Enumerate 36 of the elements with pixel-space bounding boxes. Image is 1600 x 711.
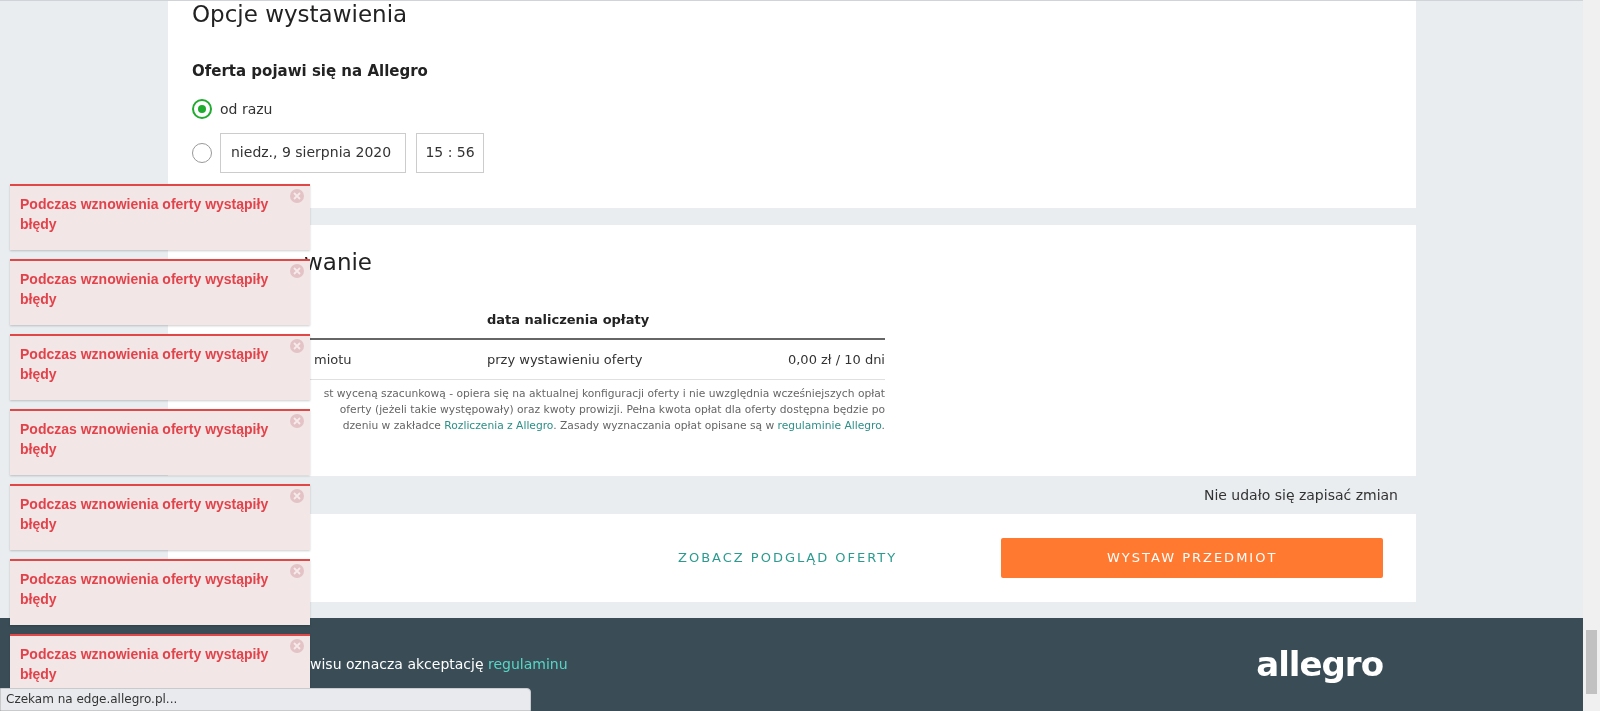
- close-icon[interactable]: [290, 264, 304, 278]
- preview-link[interactable]: ZOBACZ PODGLĄD OFERTY: [668, 548, 908, 568]
- link[interactable]: regulaminu: [488, 656, 568, 672]
- table-cell-text: 0,00 zł / 10 dni: [787, 350, 885, 369]
- toast-message: Podczas wznowienia oferty wystąpiły błędy: [20, 570, 270, 609]
- section-title: Opcje wystawienia: [192, 1, 409, 26]
- close-icon[interactable]: [290, 564, 304, 578]
- toast-message: Podczas wznowienia oferty wystąpiły błędy: [20, 495, 270, 534]
- time-field[interactable]: 15 : 56: [416, 132, 484, 173]
- logo: allegro: [1256, 643, 1383, 686]
- option-label: od razu: [220, 99, 273, 119]
- subtitle: Oferta pojawi się na Allegro: [192, 61, 429, 82]
- scrollbar-thumb[interactable]: [1586, 630, 1597, 694]
- table-cell: miotu: [314, 351, 352, 367]
- submit-button[interactable]: WYSTAW PRZEDMIOT: [1001, 538, 1384, 578]
- save-status-text: Nie udało się zapisać zmian: [1203, 485, 1398, 505]
- close-icon[interactable]: [290, 639, 304, 653]
- note-text: st wyceną szacunkową - opiera się na aktualnej konfiguracji oferty i nie uwzględnia wcześniejszych opłat: [322, 386, 885, 402]
- table-cell-text: przy wystawieniu oferty: [487, 350, 644, 369]
- toast-message: Podczas wznowienia oferty wystąpiły błędy: [20, 420, 270, 459]
- footer-text: wisu oznacza akceptację regulaminu: [310, 655, 568, 674]
- radio-button[interactable]: [192, 99, 212, 119]
- radio-button[interactable]: [192, 142, 212, 163]
- toast-message: Podczas wznowienia oferty wystąpiły błędy: [20, 270, 270, 309]
- close-icon[interactable]: [290, 339, 304, 353]
- column-header: data naliczenia opłaty: [487, 311, 651, 330]
- browser-status-bar: Czekam na edge.allegro.pl...: [0, 688, 531, 711]
- link[interactable]: regulaminie Allegro: [777, 419, 882, 432]
- close-icon[interactable]: [290, 189, 304, 203]
- close-icon[interactable]: [290, 489, 304, 503]
- close-icon[interactable]: [290, 414, 304, 428]
- date-field[interactable]: niedz., 9 sierpnia 2020: [220, 132, 406, 173]
- toast-message: Podczas wznowienia oferty wystąpiły błędy: [20, 645, 270, 684]
- note-text: oferty (jeżeli takie występowały) oraz kwoty prowizji. Pełna kwota opłat dla oferty dostępna będzie po: [338, 402, 885, 418]
- toast-message: Podczas wznowienia oferty wystąpiły błędy: [20, 345, 270, 384]
- toast-message: Podczas wznowienia oferty wystąpiły błędy: [20, 195, 270, 234]
